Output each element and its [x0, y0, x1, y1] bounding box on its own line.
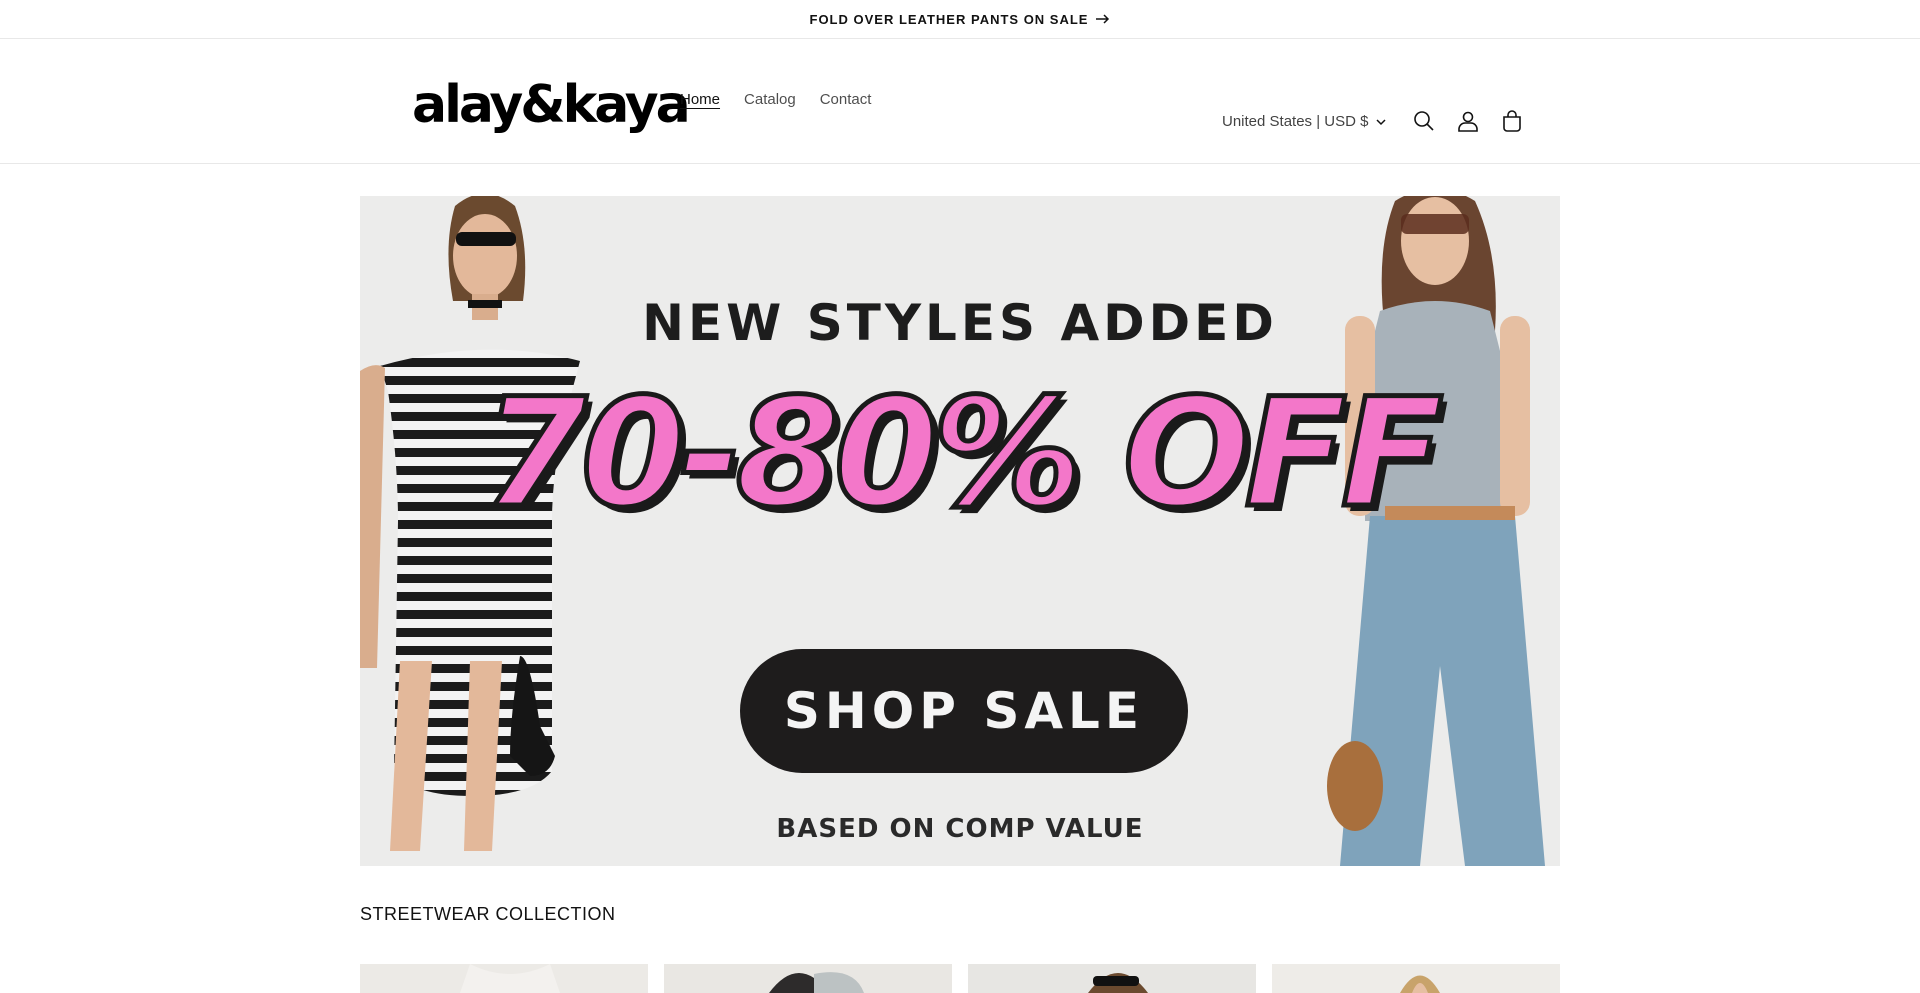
store-logo[interactable]: alay&kaya [412, 79, 691, 131]
country-selector[interactable]: United States | USD $ [1222, 113, 1386, 130]
hero-footnote: BASED ON COMP VALUE [776, 814, 1144, 844]
nav-contact[interactable]: Contact [820, 91, 872, 108]
hero-discount: 70-80% OFF [480, 366, 1446, 543]
arrow-right-icon[interactable] [1096, 14, 1110, 24]
header-actions: United States | USD $ [1222, 99, 1534, 143]
announcement-bar[interactable]: FOLD OVER LEATHER PANTS ON SALE [0, 0, 1920, 39]
main-nav: Home Catalog Contact [680, 91, 871, 108]
product-grid [360, 964, 1560, 993]
collection-title: STREETWEAR COLLECTION [360, 904, 616, 924]
product-card[interactable] [664, 964, 952, 993]
product-card[interactable] [968, 964, 1256, 993]
nav-home[interactable]: Home [680, 91, 720, 108]
product-card[interactable] [360, 964, 648, 993]
hero-banner[interactable]: NEW STYLES ADDED 70-80% OFF SHOP SALE BA… [360, 196, 1560, 866]
announcement-text[interactable]: FOLD OVER LEATHER PANTS ON SALE [810, 12, 1089, 27]
product-card[interactable] [1272, 964, 1560, 993]
nav-catalog[interactable]: Catalog [744, 91, 796, 108]
site-header: alay&kaya Home Catalog Contact United St… [0, 39, 1920, 164]
search-icon[interactable] [1402, 99, 1446, 143]
chevron-down-icon [1376, 113, 1386, 130]
hero-headline: NEW STYLES ADDED [642, 294, 1278, 352]
shop-sale-button[interactable]: SHOP SALE [740, 649, 1188, 773]
country-selector-label: United States | USD $ [1222, 112, 1369, 130]
cart-icon[interactable] [1490, 99, 1534, 143]
account-icon[interactable] [1446, 99, 1490, 143]
